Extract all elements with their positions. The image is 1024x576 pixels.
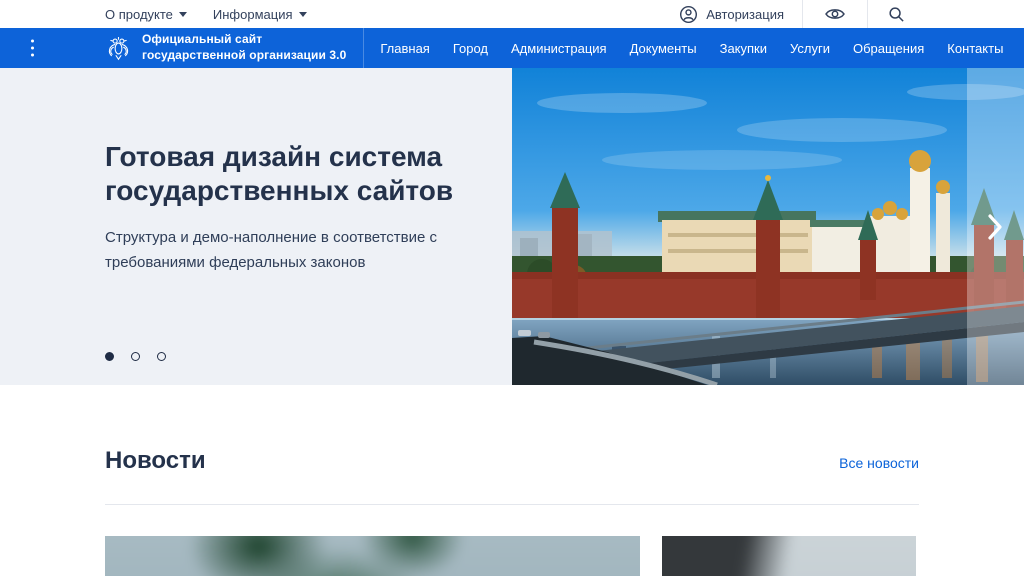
carousel-dot-2[interactable]: [131, 352, 140, 361]
topbar-menu: О продукте Информация: [0, 0, 307, 28]
menu-about-product[interactable]: О продукте: [105, 7, 187, 22]
nav-link-home[interactable]: Главная: [380, 41, 429, 56]
caret-down-icon: [179, 12, 187, 17]
topbar-actions: Авторизация: [679, 0, 924, 28]
news-cards-grid: [105, 536, 919, 576]
site-title-line1: Официальный сайт: [142, 32, 346, 48]
news-header: Новости Все новости: [105, 447, 919, 475]
hero-title: Готовая дизайн система государственных с…: [105, 140, 525, 209]
main-navbar: Официальный сайт государственной организ…: [0, 28, 1024, 68]
nav-link-city[interactable]: Город: [453, 41, 488, 56]
menu-information[interactable]: Информация: [213, 7, 307, 22]
authorization-label: Авторизация: [706, 7, 784, 22]
search-icon: [888, 6, 905, 23]
divider: [105, 504, 919, 505]
accessibility-version-button[interactable]: [803, 0, 867, 28]
chevron-right-icon: [988, 214, 1003, 240]
hero-text-block: Готовая дизайн система государственных с…: [105, 140, 525, 275]
site-title-line2: государственной организации 3.0: [142, 48, 346, 64]
news-card-featured[interactable]: [105, 536, 640, 576]
news-section: Новости Все новости: [0, 447, 1024, 576]
nav-link-appeals[interactable]: Обращения: [853, 41, 924, 56]
hero-carousel: Готовая дизайн система государственных с…: [0, 68, 1024, 385]
nav-link-procurement[interactable]: Закупки: [720, 41, 767, 56]
state-emblem-eagle-icon: [105, 35, 132, 62]
primary-navigation: Главная Город Администрация Документы За…: [371, 41, 1003, 56]
carousel-dot-3[interactable]: [157, 352, 166, 361]
kremlin-panorama-illustration: [512, 68, 1024, 385]
caret-down-icon: [299, 12, 307, 17]
menu-about-product-label: О продукте: [105, 7, 173, 22]
news-card-image: [662, 536, 916, 576]
hero-slide-image: [512, 68, 1024, 385]
user-circle-icon: [679, 5, 698, 24]
news-card-secondary[interactable]: [662, 536, 916, 576]
nav-link-administration[interactable]: Администрация: [511, 41, 607, 56]
nav-link-contacts[interactable]: Контакты: [947, 41, 1003, 56]
menu-information-label: Информация: [213, 7, 293, 22]
nav-link-services[interactable]: Услуги: [790, 41, 830, 56]
divider: [363, 28, 364, 68]
carousel-dots: [105, 352, 166, 361]
hero-subtitle: Структура и демо-наполнение в соответств…: [105, 226, 497, 276]
search-button[interactable]: [868, 0, 924, 28]
site-logo[interactable]: Официальный сайт государственной организ…: [105, 32, 346, 63]
nav-link-documents[interactable]: Документы: [630, 41, 697, 56]
news-card-image: [105, 536, 640, 576]
site-title: Официальный сайт государственной организ…: [142, 32, 346, 63]
authorization-button[interactable]: Авторизация: [679, 0, 802, 28]
top-utility-bar: О продукте Информация Авторизация: [0, 0, 1024, 28]
eye-icon: [824, 6, 846, 22]
kebab-menu-button[interactable]: [27, 36, 38, 61]
carousel-next-button[interactable]: [967, 68, 1024, 385]
carousel-dot-1[interactable]: [105, 352, 114, 361]
all-news-link[interactable]: Все новости: [839, 455, 919, 471]
news-section-title: Новости: [105, 447, 206, 475]
